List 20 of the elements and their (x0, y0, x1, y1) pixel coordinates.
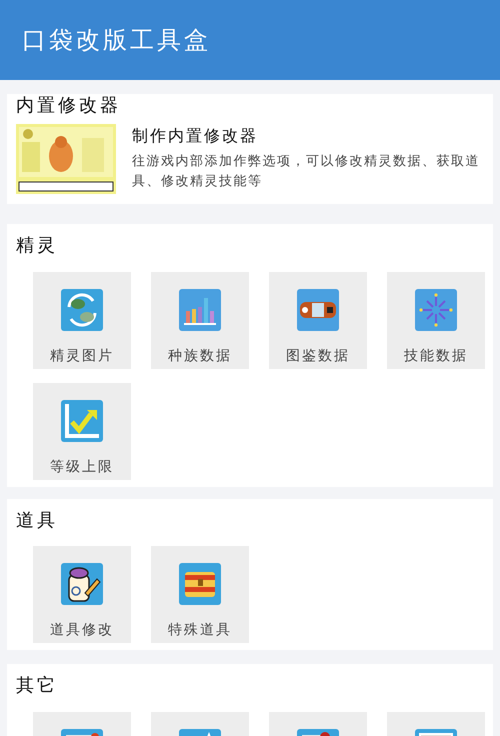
jar-pencil-icon (61, 563, 103, 606)
section-title: 道具 (16, 510, 59, 530)
tool-tile[interactable]: 种族数据 (151, 272, 249, 369)
tool-tile[interactable]: 道具修改 (33, 546, 131, 644)
sparkle-icon (415, 288, 457, 331)
swap-arrows-icon (61, 288, 103, 331)
tool-tile[interactable]: 等级上限 (33, 382, 131, 480)
bar-chart-icon (179, 288, 221, 331)
tool-tile[interactable]: 图鉴数据 (269, 272, 367, 369)
tool-tile[interactable]: 技能数据 (387, 272, 485, 369)
app-title: 口袋改版工具盒 (22, 25, 211, 56)
device-icon (297, 288, 339, 331)
tool-tile[interactable]: 精灵图片 (33, 272, 131, 369)
section-title: 内置修改器 (16, 96, 122, 116)
feature-description: 往游戏内部添加作弊选项，可以修改精灵数据、获取道具、修改精灵技能等 (132, 152, 481, 191)
section-title: 其它 (16, 676, 59, 696)
tool-tile[interactable]: 特殊道具 (151, 546, 249, 644)
treasure-chest-icon (179, 563, 221, 606)
feature-title[interactable]: 制作内置修改器 (132, 124, 484, 148)
section-title: 精灵 (16, 236, 59, 256)
